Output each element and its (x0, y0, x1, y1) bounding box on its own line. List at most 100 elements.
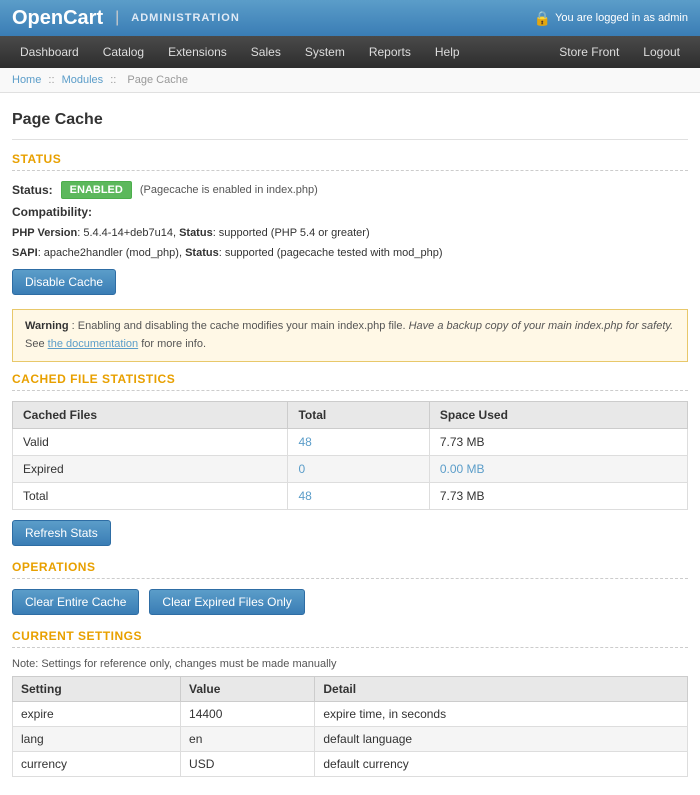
compatibility-label: Compatibility: (12, 205, 688, 219)
nav-help[interactable]: Help (423, 39, 472, 65)
settings-table: Setting Value Detail expire14400expire t… (12, 676, 688, 777)
current-settings-heading: CURRENT SETTINGS (12, 629, 688, 643)
cached-files-label: Total (13, 483, 288, 510)
refresh-stats-button[interactable]: Refresh Stats (12, 520, 111, 546)
nav-right: Store Front Logout (547, 39, 692, 65)
operations-heading: OPERATIONS (12, 560, 688, 574)
total-link[interactable]: 0 (298, 462, 305, 476)
refresh-btn-row: Refresh Stats (12, 520, 688, 546)
setting-name: expire (13, 702, 181, 727)
setting-detail: expire time, in seconds (315, 702, 688, 727)
setting-value: USD (181, 752, 315, 777)
table-row: Total 48 7.73 MB (13, 483, 688, 510)
table-row: Expired 0 0.00 MB (13, 456, 688, 483)
warning-text: : Enabling and disabling the cache modif… (72, 320, 406, 332)
nav-extensions[interactable]: Extensions (156, 39, 239, 65)
col-total: Total (288, 402, 429, 429)
breadcrumb: Home :: Modules :: Page Cache (0, 68, 700, 93)
nav-system[interactable]: System (293, 39, 357, 65)
cached-files-label: Expired (13, 456, 288, 483)
warning-end: for more info. (141, 338, 206, 350)
nav-logout[interactable]: Logout (631, 39, 692, 65)
clear-entire-cache-button[interactable]: Clear Entire Cache (12, 589, 139, 615)
cached-files-total: 48 (288, 483, 429, 510)
warning-see: See (25, 338, 45, 350)
settings-note: Note: Settings for reference only, chang… (12, 658, 688, 670)
nav-storefront[interactable]: Store Front (547, 39, 631, 65)
setting-name: currency (13, 752, 181, 777)
status-divider (12, 170, 688, 171)
table-header-row: Cached Files Total Space Used (13, 402, 688, 429)
cached-files-heading: CACHED FILE STATISTICS (12, 372, 688, 386)
settings-col-setting: Setting (13, 677, 181, 702)
status-label: Status: (12, 183, 53, 197)
current-settings-section: CURRENT SETTINGS Note: Settings for refe… (12, 629, 688, 777)
status-badge: ENABLED (61, 181, 132, 199)
sapi-text: SAPI: apache2handler (mod_php), Status: … (12, 245, 688, 262)
disable-cache-button[interactable]: Disable Cache (12, 269, 116, 295)
setting-detail: default language (315, 727, 688, 752)
cached-files-total: 48 (288, 429, 429, 456)
warning-box: Warning : Enabling and disabling the cac… (12, 309, 688, 362)
logged-in-text: You are logged in as admin (555, 12, 688, 24)
breadcrumb-sep2: :: (110, 74, 116, 86)
total-link[interactable]: 48 (298, 435, 311, 449)
cached-files-space: 0.00 MB (429, 456, 687, 483)
space-link[interactable]: 0.00 MB (440, 462, 485, 476)
warning-doc-link[interactable]: the documentation (48, 338, 139, 350)
nav-sales[interactable]: Sales (239, 39, 293, 65)
cached-files-space: 7.73 MB (429, 483, 687, 510)
setting-detail: default currency (315, 752, 688, 777)
cached-files-space: 7.73 MB (429, 429, 687, 456)
settings-col-value: Value (181, 677, 315, 702)
cached-files-label: Valid (13, 429, 288, 456)
breadcrumb-sep1: :: (48, 74, 54, 86)
clear-expired-files-button[interactable]: Clear Expired Files Only (149, 589, 304, 615)
lock-icon: 🔒 (534, 10, 551, 27)
setting-value: en (181, 727, 315, 752)
table-row: Valid 48 7.73 MB (13, 429, 688, 456)
status-note: (Pagecache is enabled in index.php) (140, 184, 318, 196)
cached-files-section: CACHED FILE STATISTICS Cached Files Tota… (12, 372, 688, 546)
logo-area: OpenCart | ADMINISTRATION (12, 7, 240, 30)
logo-separator: | (115, 9, 119, 27)
setting-name: lang (13, 727, 181, 752)
status-section: STATUS Status: ENABLED (Pagecache is ena… (12, 152, 688, 362)
logo-admin-label: ADMINISTRATION (131, 12, 240, 24)
nav-left: Dashboard Catalog Extensions Sales Syste… (8, 39, 472, 65)
cached-files-total: 0 (288, 456, 429, 483)
operations-btn-row: Clear Entire Cache Clear Expired Files O… (12, 589, 688, 615)
operations-divider (12, 578, 688, 579)
settings-header-row: Setting Value Detail (13, 677, 688, 702)
nav-dashboard[interactable]: Dashboard (8, 39, 91, 65)
nav-catalog[interactable]: Catalog (91, 39, 156, 65)
top-header: OpenCart | ADMINISTRATION 🔒 You are logg… (0, 0, 700, 36)
operations-section: OPERATIONS Clear Entire Cache Clear Expi… (12, 560, 688, 615)
settings-row: currencyUSDdefault currency (13, 752, 688, 777)
cached-files-divider (12, 390, 688, 391)
warning-italic: Have a backup copy of your main index.ph… (409, 320, 674, 332)
breadcrumb-modules[interactable]: Modules (62, 74, 104, 86)
col-space-used: Space Used (429, 402, 687, 429)
breadcrumb-home[interactable]: Home (12, 74, 41, 86)
status-section-heading: STATUS (12, 152, 688, 166)
header-right: 🔒 You are logged in as admin (534, 10, 688, 27)
status-row: Status: ENABLED (Pagecache is enabled in… (12, 181, 688, 199)
col-cached-files: Cached Files (13, 402, 288, 429)
warning-title: Warning (25, 320, 69, 332)
page-title: Page Cache (12, 103, 688, 140)
logo-opencart: OpenCart (12, 7, 103, 30)
current-settings-divider (12, 647, 688, 648)
settings-col-detail: Detail (315, 677, 688, 702)
main-content: Page Cache STATUS Status: ENABLED (Pagec… (0, 93, 700, 795)
nav-bar: Dashboard Catalog Extensions Sales Syste… (0, 36, 700, 68)
setting-value: 14400 (181, 702, 315, 727)
php-version-text: PHP Version: 5.4.4-14+deb7u14, Status: s… (12, 225, 688, 242)
breadcrumb-current: Page Cache (127, 74, 188, 86)
settings-row: expire14400expire time, in seconds (13, 702, 688, 727)
settings-row: langendefault language (13, 727, 688, 752)
cached-files-table: Cached Files Total Space Used Valid 48 7.7… (12, 401, 688, 510)
total-link[interactable]: 48 (298, 489, 311, 503)
nav-reports[interactable]: Reports (357, 39, 423, 65)
disable-btn-row: Disable Cache (12, 269, 688, 295)
